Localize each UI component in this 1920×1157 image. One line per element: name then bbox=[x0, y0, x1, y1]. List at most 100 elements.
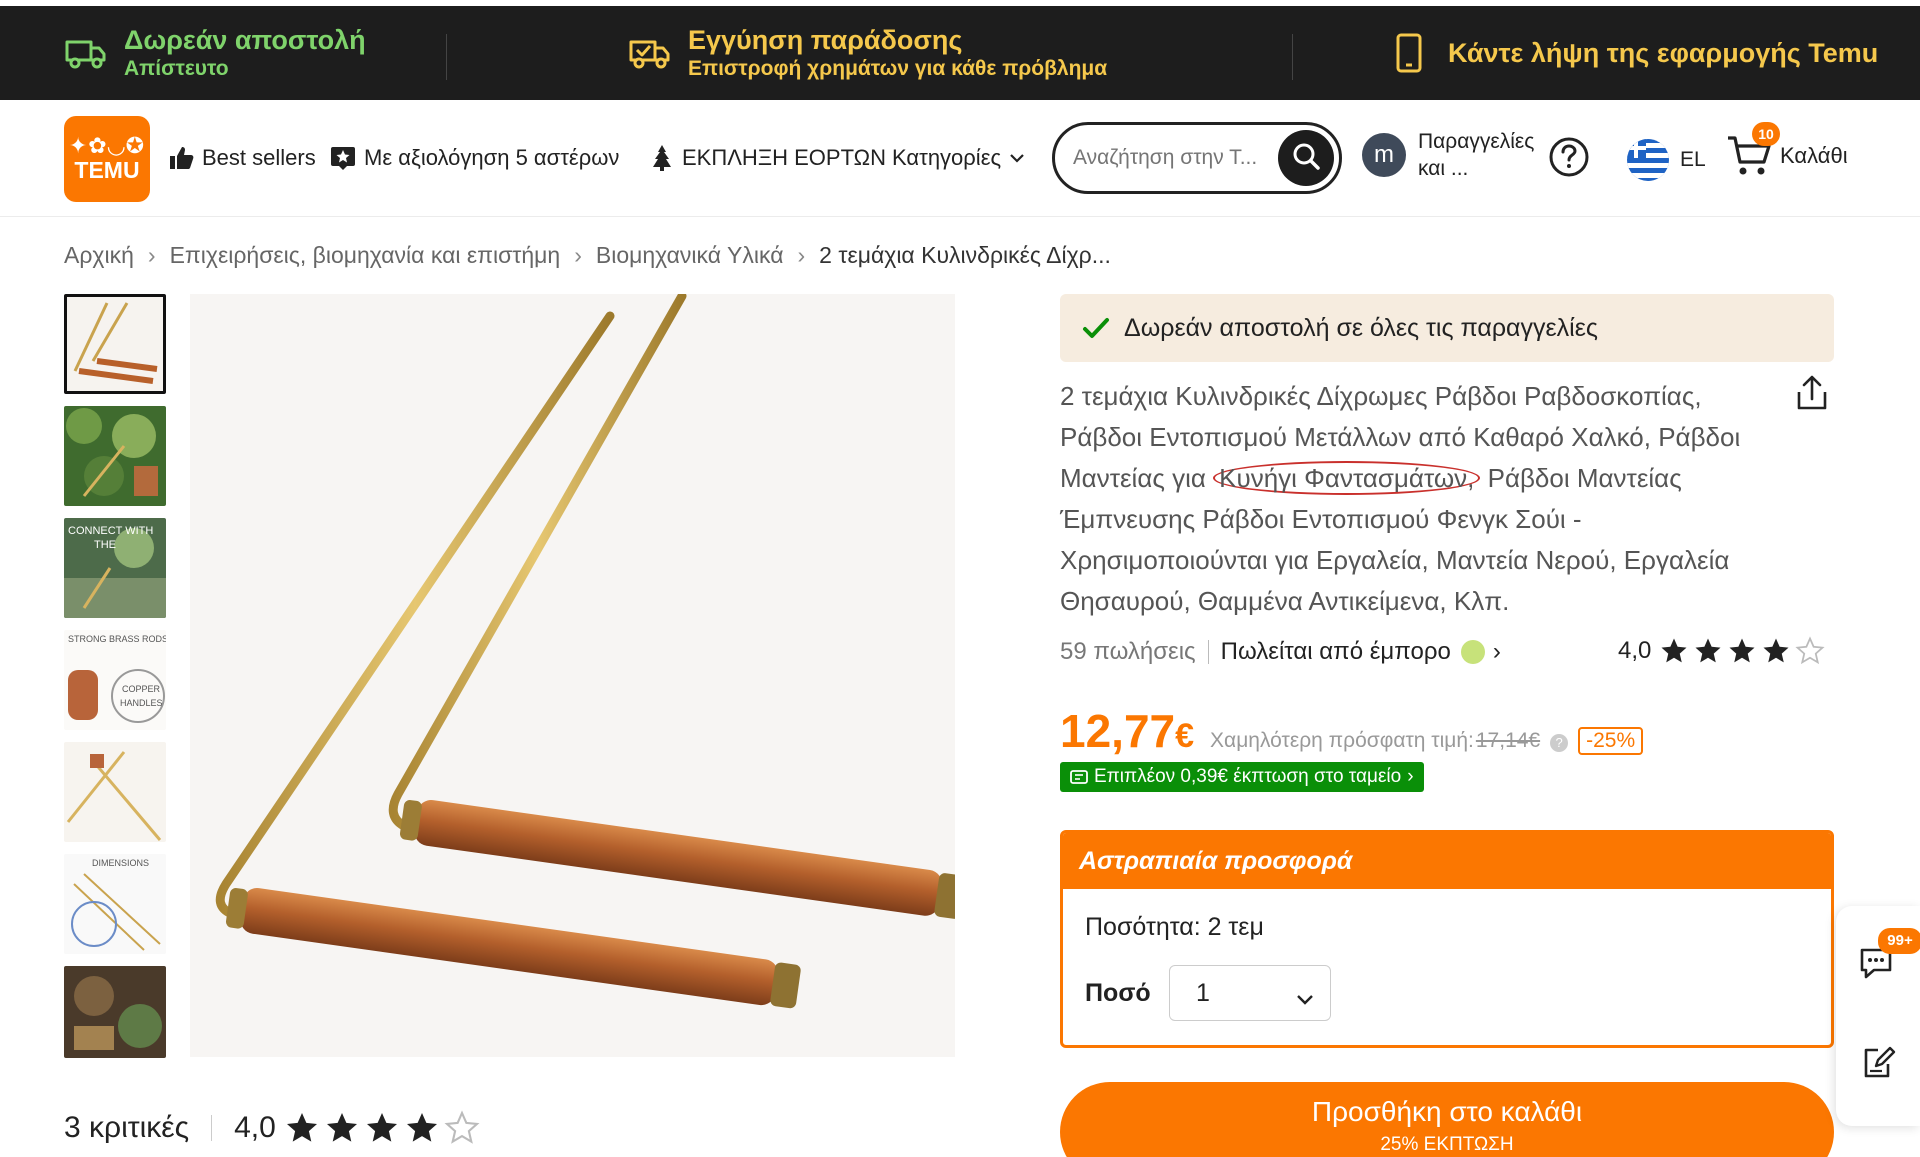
temu-logo[interactable]: ✦✿◡✪ TEMU bbox=[64, 116, 150, 202]
brass-rods-thumbnail-image: STRONG BRASS RODS COPPER HANDLES bbox=[64, 630, 166, 730]
breadcrumb-business[interactable]: Επιχειρήσεις, βιομηχανία και επιστήμη bbox=[170, 242, 561, 269]
thumbnail-7[interactable] bbox=[64, 966, 166, 1058]
checkmark-icon bbox=[1082, 316, 1110, 340]
svg-text:CONNECT WITH: CONNECT WITH bbox=[68, 525, 153, 537]
star-filled-icon bbox=[1695, 638, 1721, 663]
promo-bar: Δωρεάν αποστολή Απίστευτο Εγγύηση παράδο… bbox=[0, 0, 1920, 100]
reviews-count: 3 κριτικές bbox=[64, 1111, 190, 1144]
product-rating[interactable]: 4,0 bbox=[1618, 636, 1829, 666]
feedback-button[interactable] bbox=[1862, 1044, 1896, 1085]
search-input[interactable] bbox=[1073, 139, 1273, 177]
language-selector[interactable]: EL bbox=[1626, 138, 1706, 182]
search-box bbox=[1052, 122, 1342, 194]
flash-deal-title: Αστραπιαία προσφορά bbox=[1063, 833, 1831, 889]
divider bbox=[1292, 34, 1293, 80]
chevron-right-icon[interactable]: › bbox=[1493, 638, 1501, 666]
thumbnail-3[interactable]: CONNECT WITH THE bbox=[64, 518, 166, 618]
svg-text:THE: THE bbox=[94, 539, 116, 551]
nav-holiday-surprise[interactable]: ΕΚΠΛΗΞΗ ΕΟΡΤΩΝ bbox=[650, 140, 886, 176]
rating-stars bbox=[1659, 636, 1829, 666]
star-empty-icon bbox=[1795, 636, 1825, 665]
reviews-stars bbox=[284, 1110, 484, 1146]
thumbnail-2[interactable] bbox=[64, 406, 166, 506]
nav-five-star[interactable]: Με αξιολόγηση 5 αστέρων bbox=[330, 140, 619, 176]
logo-text: TEMU bbox=[74, 157, 140, 183]
help-button[interactable] bbox=[1548, 136, 1590, 183]
nav-best-sellers[interactable]: Best sellers bbox=[168, 140, 316, 176]
product-title: 2 τεμάχια Κυλινδρικές Δίχρωμες Ράβδοι Ρα… bbox=[1060, 376, 1750, 622]
share-button[interactable] bbox=[1794, 374, 1830, 417]
account-orders[interactable]: m Παραγγελίες και ... bbox=[1362, 128, 1535, 182]
rating-value: 4,0 bbox=[1618, 637, 1652, 664]
nav-label: Κατηγορίες bbox=[892, 145, 1002, 170]
phone-icon bbox=[1386, 30, 1432, 76]
thumbnail-5[interactable] bbox=[64, 742, 166, 842]
delivery-guarantee-subtitle: Επιστροφή χρημάτων για κάθε πρόβλημα bbox=[688, 57, 1108, 80]
chevron-down-icon bbox=[1009, 153, 1025, 163]
dimensions-thumbnail-image: DIMENSIONS bbox=[64, 854, 166, 954]
star-badge-icon bbox=[330, 145, 356, 171]
chat-button[interactable]: 99+ bbox=[1858, 928, 1920, 987]
seller-avatar-icon bbox=[1460, 640, 1485, 664]
avatar: m bbox=[1362, 133, 1406, 177]
amount-select[interactable]: 1 bbox=[1169, 965, 1331, 1021]
free-shipping-title: Δωρεάν αποστολή bbox=[124, 25, 366, 55]
truck-check-icon bbox=[626, 30, 672, 76]
chevron-right-icon: › bbox=[147, 242, 156, 268]
language-code: EL bbox=[1680, 148, 1706, 171]
divider bbox=[211, 1115, 213, 1141]
add-to-cart-button[interactable]: Προσθήκη στο καλάθι 25% ΕΚΠΤΩΣΗ bbox=[1060, 1082, 1834, 1157]
cart-button[interactable]: 10 Καλάθι bbox=[1726, 122, 1848, 178]
amount-value: 1 bbox=[1196, 978, 1210, 1007]
download-app-promo[interactable]: Κάντε λήψη της εφαρμογής Temu bbox=[1386, 6, 1878, 100]
thumbnail-4[interactable]: STRONG BRASS RODS COPPER HANDLES bbox=[64, 630, 166, 730]
chevron-right-icon: › bbox=[1407, 766, 1414, 787]
reviews-rating-value: 4,0 bbox=[234, 1111, 276, 1144]
flash-deal-box: Αστραπιαία προσφορά Ποσότητα: 2 τεμ Ποσό… bbox=[1060, 830, 1834, 1048]
add-to-cart-sublabel: 25% ΕΚΠΤΩΣΗ bbox=[1380, 1134, 1514, 1155]
star-filled-icon bbox=[406, 1113, 437, 1142]
chevron-right-icon: › bbox=[797, 242, 806, 268]
delivery-guarantee-promo[interactable]: Εγγύηση παράδοσης Επιστροφή χρημάτων για… bbox=[626, 6, 1107, 100]
nav-categories[interactable]: Κατηγορίες bbox=[892, 140, 1033, 176]
christmas-tree-icon bbox=[650, 144, 674, 172]
star-filled-icon bbox=[1729, 638, 1755, 663]
nav-label: Best sellers bbox=[202, 145, 316, 170]
quantity-label: Ποσότητα: 2 τεμ bbox=[1085, 913, 1264, 941]
greek-flag-icon bbox=[1626, 138, 1670, 182]
forest-thumbnail-image bbox=[64, 406, 166, 506]
search-button[interactable] bbox=[1278, 130, 1334, 186]
star-filled-icon bbox=[1763, 638, 1789, 663]
info-icon[interactable]: ? bbox=[1550, 734, 1569, 752]
free-shipping-promo[interactable]: Δωρεάν αποστολή Απίστευτο bbox=[62, 6, 366, 100]
amount-label: Ποσό bbox=[1085, 979, 1151, 1007]
old-price: 17,14€ bbox=[1475, 729, 1541, 752]
seller-link[interactable]: Πωλείται από έμπορο bbox=[1221, 638, 1451, 666]
sales-info: 59 πωλήσεις Πωλείται από έμπορο › bbox=[1060, 638, 1501, 666]
divider bbox=[1207, 640, 1209, 664]
download-app-label: Κάντε λήψη της εφαρμογής Temu bbox=[1448, 38, 1879, 68]
svg-text:DIMENSIONS: DIMENSIONS bbox=[92, 858, 149, 868]
svg-text:STRONG BRASS RODS: STRONG BRASS RODS bbox=[68, 634, 166, 644]
breadcrumb-industrial[interactable]: Βιομηχανικά Υλικά bbox=[596, 242, 784, 269]
orders-label: Παραγγελίες και ... bbox=[1418, 130, 1535, 180]
thumbnail-1[interactable] bbox=[64, 294, 166, 394]
extra-discount-badge[interactable]: Επιπλέον 0,39€ έκπτωση στο ταμείο › bbox=[1060, 762, 1424, 792]
svg-text:HANDLES: HANDLES bbox=[120, 698, 163, 708]
main-product-image[interactable] bbox=[190, 294, 955, 1057]
thumbnail-6[interactable]: DIMENSIONS bbox=[64, 854, 166, 954]
logo-glyphs: ✦✿◡✪ bbox=[68, 133, 146, 158]
question-icon bbox=[1548, 137, 1590, 182]
cart-label: Καλάθι bbox=[1780, 143, 1848, 168]
breadcrumb-home[interactable]: Αρχική bbox=[64, 242, 134, 269]
free-shipping-subtitle: Απίστευτο bbox=[124, 57, 229, 80]
price-currency: € bbox=[1175, 717, 1195, 755]
truck-icon bbox=[62, 30, 108, 76]
site-header: ✦✿◡✪ TEMU Best sellers Με αξιολόγηση 5 α… bbox=[0, 100, 1920, 217]
tools-thumbnail-image bbox=[64, 966, 166, 1058]
floating-side-panel: 99+ bbox=[1836, 906, 1920, 1126]
connect-thumbnail-image: CONNECT WITH THE bbox=[64, 518, 166, 618]
sales-count: 59 πωλήσεις bbox=[1060, 638, 1196, 665]
reviews-summary[interactable]: 3 κριτικές 4,0 bbox=[64, 1110, 484, 1146]
divider bbox=[446, 34, 447, 80]
